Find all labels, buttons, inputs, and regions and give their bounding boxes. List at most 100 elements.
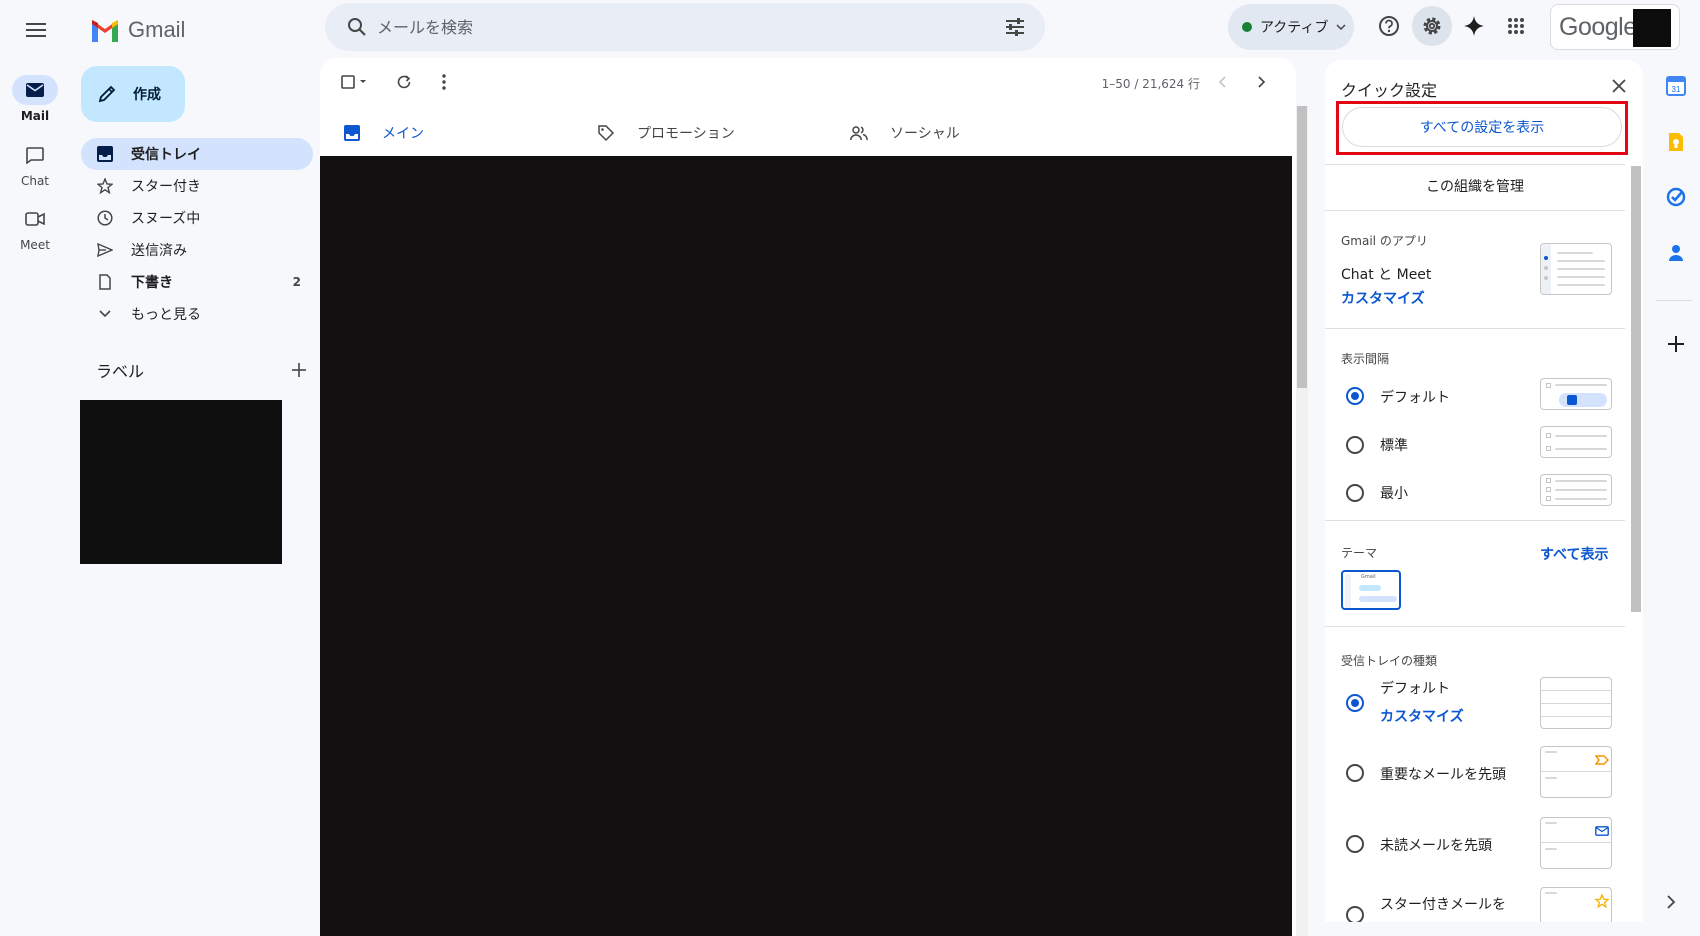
more-actions-button[interactable] xyxy=(426,64,462,100)
search-icon[interactable] xyxy=(337,7,377,47)
contacts-icon[interactable] xyxy=(1666,243,1686,263)
google-apps-button[interactable] xyxy=(1496,6,1536,46)
inbox-type-label-starred: スター付きメールを xyxy=(1380,897,1506,913)
gmail-logo[interactable]: Gmail xyxy=(90,12,185,48)
status-chip[interactable]: アクティブ xyxy=(1228,4,1354,50)
divider xyxy=(1325,210,1625,211)
people-icon xyxy=(850,126,868,141)
apps-customize-link[interactable]: カスタマイズ xyxy=(1341,288,1425,308)
account-button[interactable]: Google xyxy=(1550,4,1680,50)
star-icon xyxy=(97,178,113,194)
compose-button[interactable]: 作成 xyxy=(81,66,185,122)
select-checkbox[interactable] xyxy=(330,64,378,100)
inbox-type-radio-default[interactable] xyxy=(1346,694,1364,712)
density-label-default: デフォルト xyxy=(1380,390,1450,406)
search-bar[interactable] xyxy=(325,3,1045,51)
star-icon xyxy=(1595,894,1609,908)
category-tabs: メイン プロモーション ソーシャル xyxy=(320,106,1296,160)
density-comfortable-thumbnail xyxy=(1540,426,1612,458)
chat-icon xyxy=(12,140,58,170)
side-panel-divider xyxy=(1656,300,1692,301)
avatar[interactable] xyxy=(1633,9,1671,47)
hide-side-panel-button[interactable] xyxy=(1666,895,1676,909)
nav-item-snoozed[interactable]: スヌーズ中 xyxy=(81,202,313,234)
quick-settings-panel: クイック設定 すべての設定を表示 この組織を管理 Gmail のアプリ Chat… xyxy=(1325,60,1643,922)
density-radio-default[interactable] xyxy=(1346,387,1364,405)
section-density: 表示間隔 xyxy=(1341,352,1390,366)
inbox-type-radio-starred[interactable] xyxy=(1346,906,1364,922)
labels-list-redacted xyxy=(80,400,282,564)
get-addons-button[interactable] xyxy=(1664,332,1688,356)
refresh-icon xyxy=(397,75,411,89)
chevron-right-icon xyxy=(1258,76,1266,88)
plus-icon xyxy=(1668,336,1684,352)
add-label-icon[interactable] xyxy=(292,363,306,377)
help-button[interactable] xyxy=(1369,6,1409,46)
tab-primary[interactable]: メイン xyxy=(320,106,573,160)
nav-item-sent[interactable]: 送信済み xyxy=(81,234,313,266)
rail-mail[interactable]: Mail xyxy=(0,75,70,123)
nav-label: スヌーズ中 xyxy=(131,211,201,227)
nav-label: もっと見る xyxy=(131,307,201,323)
inbox-type-customize-link[interactable]: カスタマイズ xyxy=(1380,706,1464,726)
tab-promotions[interactable]: プロモーション xyxy=(573,106,826,160)
search-options-icon[interactable] xyxy=(995,7,1035,47)
tab-social[interactable]: ソーシャル xyxy=(826,106,1079,160)
manage-organization-link[interactable]: この組織を管理 xyxy=(1325,166,1625,206)
tasks-icon[interactable] xyxy=(1666,187,1686,207)
sparkle-icon xyxy=(1464,16,1484,36)
mail-list-scroll-thumb[interactable] xyxy=(1297,106,1307,388)
theme-see-all-link[interactable]: すべて表示 xyxy=(1540,544,1608,564)
nav-label: 送信済み xyxy=(131,243,187,259)
rail-chat[interactable]: Chat xyxy=(0,140,70,188)
checkbox-dropdown-icon xyxy=(341,75,366,89)
close-quick-settings-button[interactable] xyxy=(1601,68,1637,104)
apps-preview-thumbnail xyxy=(1540,243,1612,295)
nav-item-more[interactable]: もっと見る xyxy=(81,298,313,330)
important-marker-icon xyxy=(1595,755,1609,765)
chevron-right-icon xyxy=(1667,895,1676,909)
divider xyxy=(1325,520,1625,521)
calendar-icon[interactable]: 31 xyxy=(1666,76,1686,96)
inbox-type-radio-important[interactable] xyxy=(1346,764,1364,782)
rail-meet[interactable]: Meet xyxy=(0,204,70,252)
refresh-button[interactable] xyxy=(386,64,422,100)
rail-label-chat: Chat xyxy=(20,174,50,188)
tab-label: メイン xyxy=(382,126,424,142)
search-input[interactable] xyxy=(377,17,995,37)
nav-item-inbox[interactable]: 受信トレイ xyxy=(81,138,313,170)
inbox-default-thumbnail xyxy=(1540,677,1612,729)
google-wordmark: Google xyxy=(1559,12,1637,41)
send-icon xyxy=(97,242,113,258)
older-page-button[interactable] xyxy=(1204,64,1240,100)
gmail-wordmark: Gmail xyxy=(128,17,186,42)
density-label-comfortable: 標準 xyxy=(1380,438,1408,454)
see-all-settings-button[interactable]: すべての設定を表示 xyxy=(1342,107,1622,147)
gemini-button[interactable] xyxy=(1454,6,1494,46)
inbox-type-label-unread: 未読メールを先頭 xyxy=(1380,838,1492,854)
density-radio-compact[interactable] xyxy=(1346,484,1364,502)
labels-header: ラベル xyxy=(96,358,306,382)
labels-title: ラベル xyxy=(96,362,145,381)
calendar-day: 31 xyxy=(1672,85,1681,94)
hamburger-icon xyxy=(26,23,46,37)
quick-settings-title: クイック設定 xyxy=(1341,81,1438,100)
nav-label: 受信トレイ xyxy=(131,147,201,163)
section-theme: テーマ xyxy=(1341,546,1378,560)
help-icon xyxy=(1379,16,1399,36)
theme-thumb-brand: Gmail xyxy=(1361,574,1376,580)
density-radio-comfortable[interactable] xyxy=(1346,436,1364,454)
tab-label: プロモーション xyxy=(637,126,735,142)
quick-settings-scrollbar[interactable] xyxy=(1631,166,1641,612)
newer-page-button[interactable] xyxy=(1244,64,1280,100)
keep-icon[interactable] xyxy=(1666,132,1686,152)
nav-item-starred[interactable]: スター付き xyxy=(81,170,313,202)
nav-item-drafts[interactable]: 下書き 2 xyxy=(81,266,313,298)
inbox-type-radio-unread[interactable] xyxy=(1346,835,1364,853)
main-menu-button[interactable] xyxy=(16,10,56,50)
theme-thumbnail[interactable]: Gmail xyxy=(1341,570,1401,610)
chevron-left-icon xyxy=(1218,76,1226,88)
chevron-down-icon xyxy=(99,310,111,318)
inbox-important-thumbnail xyxy=(1540,746,1612,798)
settings-button[interactable] xyxy=(1412,6,1452,46)
